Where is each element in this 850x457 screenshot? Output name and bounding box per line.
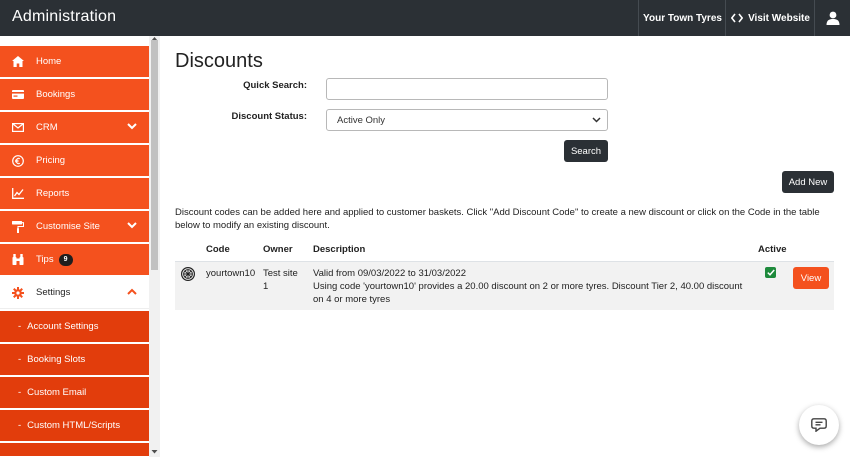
user-menu-button[interactable] [814, 0, 850, 36]
discount-status-label: Discount Status: [231, 111, 307, 122]
visit-website-label: Visit Website [748, 12, 810, 24]
quick-search-input[interactable] [326, 78, 608, 100]
intro-text: Discount codes can be added here and app… [175, 207, 820, 231]
sidebar-item-label: Tips [36, 254, 54, 265]
card-icon [12, 90, 24, 99]
chat-bubble-icon [811, 418, 827, 432]
sidebar-item-label: Bookings [36, 89, 76, 100]
discount-owner: Test site 1 [263, 268, 298, 292]
sidebar-item-pricing[interactable]: Pricing [0, 145, 149, 177]
sidebar-subitem-partial[interactable] [0, 443, 149, 457]
discount-validity: Valid from 09/03/2022 to 31/03/2022 [313, 268, 466, 279]
sidebar-subitem-account-settings[interactable]: - Account Settings [0, 311, 149, 343]
sidebar-scrollbar[interactable] [149, 36, 160, 457]
sidebar-subitem-label: Custom Email [27, 387, 87, 398]
column-header-description: Description [313, 244, 366, 255]
discount-code-link[interactable]: yourtown10 [206, 267, 255, 280]
sidebar-item-label: Home [36, 56, 62, 67]
sidebar-item-bookings[interactable]: Bookings [0, 79, 149, 111]
sidebar-item-customise-site[interactable]: Customise Site [0, 211, 149, 243]
sidebar-item-label: Settings [36, 287, 71, 298]
column-header-code: Code [206, 244, 230, 255]
chevron-up-icon [127, 288, 137, 295]
quick-search-label: Quick Search: [243, 80, 307, 91]
chat-widget-button[interactable] [799, 405, 839, 445]
sidebar-item-label: Reports [36, 188, 70, 199]
chart-icon [12, 188, 24, 199]
sidebar-subitem-label: Account Settings [27, 321, 99, 332]
column-header-owner: Owner [263, 244, 293, 255]
chevron-down-icon [127, 222, 137, 229]
scrollbar-thumb[interactable] [151, 40, 158, 270]
discount-status-value: Active Only [337, 114, 386, 126]
discount-details: Using code 'yourtown10' provides a 20.00… [313, 281, 743, 305]
sidebar-item-label: Customise Site [36, 221, 100, 232]
active-checkbox[interactable] [765, 267, 776, 278]
column-header-active: Active [758, 244, 787, 255]
app-title: Administration [12, 8, 117, 25]
sidebar-subitem-label: Custom HTML/Scripts [27, 420, 121, 431]
sidebar-item-label: Pricing [36, 155, 66, 166]
sidebar-item-crm[interactable]: CRM [0, 112, 149, 144]
tyre-icon [180, 266, 196, 282]
tips-count-badge: 9 [58, 253, 73, 266]
sidebar-subitem-booking-slots[interactable]: - Booking Slots [0, 344, 149, 376]
view-button[interactable]: View [793, 267, 829, 289]
sidebar-subitem-custom-html-scripts[interactable]: - Custom HTML/Scripts [0, 410, 149, 442]
binoculars-icon [12, 254, 24, 265]
visit-website-link[interactable]: Visit Website [725, 0, 815, 36]
envelope-icon [12, 123, 24, 132]
discount-description: Valid from 09/03/2022 to 31/03/2022 Usin… [313, 267, 753, 306]
sidebar-item-tips[interactable]: Tips 9 [0, 244, 149, 276]
sidebar-item-label: CRM [36, 122, 58, 133]
gear-icon [12, 286, 24, 299]
search-button[interactable]: Search [564, 140, 608, 162]
user-icon [826, 11, 839, 25]
sidebar-item-reports[interactable]: Reports [0, 178, 149, 210]
site-name-link[interactable]: Your Town Tyres [638, 0, 726, 36]
sidebar-subitem-label: Booking Slots [27, 354, 86, 365]
check-icon [766, 269, 775, 276]
chevron-down-icon [592, 117, 601, 123]
sidebar-item-settings[interactable]: Settings [0, 277, 149, 309]
add-new-button[interactable]: Add New [782, 171, 834, 193]
sidebar-subitem-custom-email[interactable]: - Custom Email [0, 377, 149, 409]
discount-status-select[interactable]: Active Only [326, 109, 608, 131]
home-icon [12, 56, 24, 67]
page-title: Discounts [175, 50, 263, 72]
sidebar: Home Bookings CRM Pricing Reports Custom… [0, 36, 160, 457]
code-icon [731, 13, 744, 23]
paint-roller-icon [12, 220, 24, 233]
discount-row-icon [180, 266, 196, 285]
chevron-down-icon [127, 123, 137, 130]
euro-icon [12, 154, 24, 167]
scroll-down-arrow-icon[interactable] [151, 449, 158, 455]
sidebar-item-home[interactable]: Home [0, 46, 149, 78]
top-bar: Administration Your Town Tyres Visit Web… [0, 0, 850, 36]
